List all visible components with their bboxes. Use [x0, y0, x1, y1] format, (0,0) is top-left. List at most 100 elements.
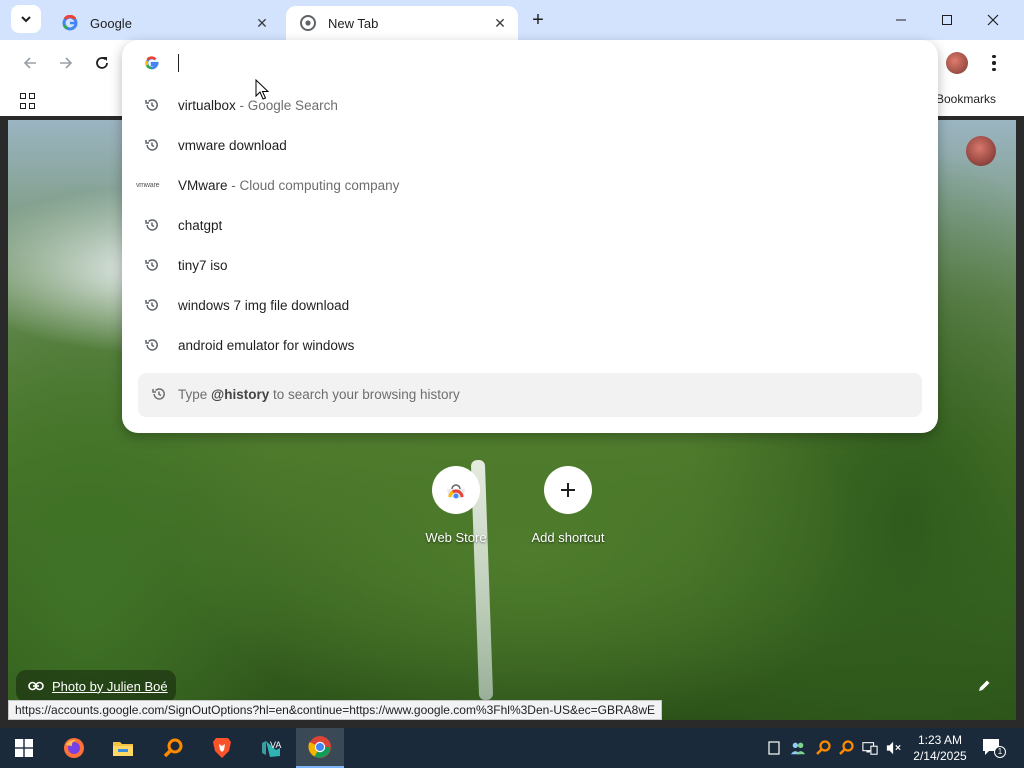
taskbar-chrome[interactable] — [296, 728, 344, 768]
history-search-hint[interactable]: Type @history to search your browsing hi… — [138, 373, 922, 417]
suggestion-item[interactable]: vmware VMware - Cloud computing company — [122, 165, 938, 205]
history-icon — [152, 387, 168, 403]
chrome-icon — [308, 736, 331, 758]
folder-icon — [113, 742, 133, 756]
suggestion-description: - Google Search — [235, 97, 338, 113]
tab-search-button[interactable] — [11, 5, 41, 33]
history-icon — [144, 337, 160, 353]
minimize-button[interactable] — [878, 0, 924, 40]
text-caret — [178, 54, 179, 72]
new-tab-button[interactable]: + — [526, 8, 550, 32]
omnibox[interactable] — [122, 40, 938, 86]
add-shortcut-button[interactable]: Add shortcut — [523, 466, 613, 545]
vmware-logo-icon: vmware — [136, 181, 160, 189]
taskbar-search-tool[interactable] — [149, 728, 197, 768]
web-store-icon — [432, 466, 480, 514]
profile-avatar[interactable] — [946, 52, 968, 74]
mouse-cursor-icon — [255, 79, 269, 100]
brave-lion-icon — [213, 738, 231, 758]
history-icon — [144, 217, 160, 233]
suggestion-text: vmware download — [178, 137, 287, 153]
close-window-button[interactable] — [970, 0, 1016, 40]
taskbar-firefox[interactable] — [50, 728, 98, 768]
suggestion-item[interactable]: android emulator for windows — [122, 325, 938, 365]
forward-button[interactable] — [52, 49, 80, 77]
suggestion-item[interactable]: virtualbox - Google Search — [122, 85, 938, 125]
status-bubble-url: https://accounts.google.com/SignOutOptio… — [8, 700, 663, 720]
suggestion-text: android emulator for windows — [178, 337, 355, 353]
more-menu-icon[interactable] — [984, 50, 1004, 76]
close-tab-icon[interactable]: ✕ — [254, 15, 270, 31]
history-icon — [144, 297, 160, 313]
tab-new-tab[interactable]: New Tab ✕ — [286, 6, 518, 40]
arrow-right-icon — [60, 57, 73, 69]
taskbar-brave[interactable] — [198, 728, 246, 768]
chrome-favicon-icon — [300, 15, 316, 31]
windows-logo-icon — [15, 739, 33, 757]
taskbar: VA 1:23 AM 2/14/2025 1 — [0, 728, 1024, 768]
suggestion-item[interactable]: chatgpt — [122, 205, 938, 245]
tab-google[interactable]: Google ✕ — [48, 6, 280, 40]
clock-date: 2/14/2025 — [913, 749, 967, 763]
tray-tablet-icon[interactable] — [766, 740, 782, 756]
plus-icon — [544, 466, 592, 514]
photo-credit-text[interactable]: Photo by Julien Boé — [52, 679, 168, 694]
svg-text:VA: VA — [270, 740, 281, 750]
taskbar-visual-studio[interactable]: VA — [247, 728, 295, 768]
tray-search-tool-icon[interactable] — [815, 740, 831, 756]
tab-strip: Google ✕ New Tab ✕ + — [0, 0, 1024, 40]
customize-button[interactable] — [974, 676, 994, 696]
shortcut-label: Add shortcut — [531, 530, 605, 545]
tab-title: New Tab — [328, 15, 379, 31]
suggestion-item[interactable]: tiny7 iso — [122, 245, 938, 285]
link-icon — [28, 681, 44, 691]
suggestion-item[interactable]: vmware download — [122, 125, 938, 165]
chevron-down-icon — [21, 16, 31, 23]
google-favicon-icon — [62, 15, 78, 31]
shortcut-label: Web Store — [425, 530, 487, 545]
action-center-button[interactable]: 1 — [982, 738, 1006, 758]
google-g-icon — [144, 55, 160, 71]
hint-keyword: @history — [211, 387, 270, 402]
hint-prefix: Type — [178, 387, 212, 402]
all-bookmarks-button[interactable]: l Bookmarks — [930, 92, 996, 106]
firefox-icon — [64, 738, 84, 758]
suggestion-text: chatgpt — [178, 217, 223, 233]
ntp-profile-avatar[interactable] — [966, 136, 996, 166]
maximize-button[interactable] — [924, 0, 970, 40]
hint-suffix: to search your browsing history — [269, 387, 460, 402]
back-button[interactable] — [16, 49, 44, 77]
arrow-left-icon — [23, 57, 36, 69]
omnibox-popup: virtualbox - Google Search vmware downlo… — [122, 40, 938, 433]
vs-icon: VA — [262, 740, 281, 757]
tray-search-tool-icon[interactable] — [838, 740, 854, 756]
reload-icon — [96, 57, 108, 69]
photo-credit-link[interactable]: Photo by Julien Boé — [16, 670, 176, 702]
suggestion-item[interactable]: windows 7 img file download — [122, 285, 938, 325]
history-icon — [144, 257, 160, 273]
history-icon — [144, 137, 160, 153]
suggestion-text: VMware — [178, 177, 228, 193]
suggestion-text: tiny7 iso — [178, 257, 228, 273]
suggestion-description: - Cloud computing company — [227, 177, 400, 193]
maximize-icon — [942, 15, 952, 25]
close-icon — [987, 14, 999, 26]
magnifier-icon — [163, 738, 183, 758]
close-tab-icon[interactable]: ✕ — [492, 15, 508, 31]
tray-volume-muted-icon[interactable] — [886, 740, 902, 756]
suggestion-text: windows 7 img file download — [178, 297, 350, 313]
history-icon — [144, 97, 160, 113]
start-button[interactable] — [0, 728, 48, 768]
shortcut-web-store[interactable]: Web Store — [411, 466, 501, 545]
suggestion-text: virtualbox — [178, 97, 236, 113]
apps-grid-icon[interactable] — [20, 93, 36, 109]
reload-button[interactable] — [88, 49, 116, 77]
system-clock[interactable]: 1:23 AM 2/14/2025 — [908, 732, 972, 764]
minimize-icon — [896, 19, 906, 21]
taskbar-file-explorer[interactable] — [99, 728, 147, 768]
clock-time: 1:23 AM — [917, 733, 963, 747]
tray-people-icon[interactable] — [790, 740, 806, 756]
pencil-icon — [979, 680, 990, 691]
tray-network-icon[interactable] — [862, 740, 878, 756]
omnibox-input[interactable] — [182, 50, 882, 76]
